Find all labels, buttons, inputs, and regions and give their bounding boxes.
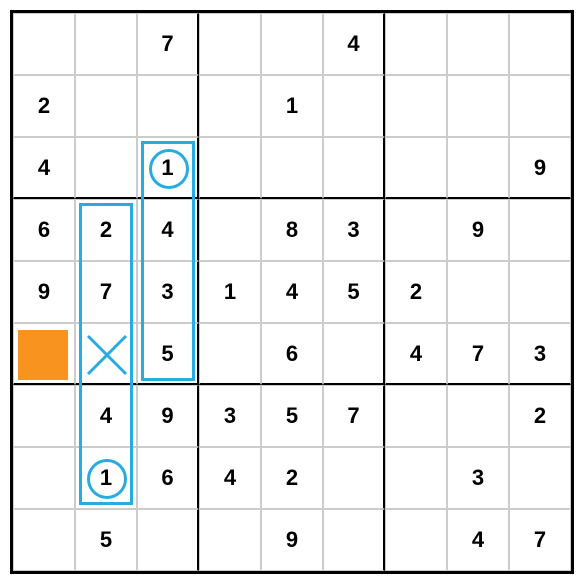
cell-r5c3[interactable]	[199, 323, 261, 385]
cell-r4c0[interactable]: 9	[13, 261, 75, 323]
cell-r7c6[interactable]	[385, 447, 447, 509]
cell-r4c5[interactable]: 5	[323, 261, 385, 323]
cell-r1c7[interactable]	[447, 75, 509, 137]
cell-r5c8[interactable]: 3	[509, 323, 571, 385]
cell-r3c6[interactable]	[385, 199, 447, 261]
cell-r8c1[interactable]: 5	[75, 509, 137, 571]
cell-r0c8[interactable]	[509, 13, 571, 75]
cell-r7c7[interactable]: 3	[447, 447, 509, 509]
cell-r6c0[interactable]	[13, 385, 75, 447]
cell-r1c5[interactable]	[323, 75, 385, 137]
cell-r7c0[interactable]	[13, 447, 75, 509]
cell-r0c4[interactable]	[261, 13, 323, 75]
cell-r1c2[interactable]	[137, 75, 199, 137]
cell-r0c1[interactable]	[75, 13, 137, 75]
cell-r2c7[interactable]	[447, 137, 509, 199]
circle-r2c2	[149, 149, 189, 189]
cell-r8c5[interactable]	[323, 509, 385, 571]
cell-r8c0[interactable]	[13, 509, 75, 571]
cell-r0c0[interactable]	[13, 13, 75, 75]
cell-r2c5[interactable]	[323, 137, 385, 199]
cell-r8c7[interactable]: 4	[447, 509, 509, 571]
cell-r5c5[interactable]	[323, 323, 385, 385]
cell-r8c6[interactable]	[385, 509, 447, 571]
cell-r7c4[interactable]: 2	[261, 447, 323, 509]
cell-r1c3[interactable]	[199, 75, 261, 137]
cell-r4c8[interactable]	[509, 261, 571, 323]
cell-r1c0[interactable]: 2	[13, 75, 75, 137]
cell-r4c4[interactable]: 4	[261, 261, 323, 323]
cell-r2c0[interactable]: 4	[13, 137, 75, 199]
cell-r3c0[interactable]: 6	[13, 199, 75, 261]
cell-r7c2[interactable]: 6	[137, 447, 199, 509]
cell-r6c4[interactable]: 5	[261, 385, 323, 447]
cell-r4c7[interactable]	[447, 261, 509, 323]
cell-r2c4[interactable]	[261, 137, 323, 199]
cell-r1c8[interactable]	[509, 75, 571, 137]
cell-r4c3[interactable]: 1	[199, 261, 261, 323]
cell-r0c2[interactable]: 7	[137, 13, 199, 75]
cell-r0c3[interactable]	[199, 13, 261, 75]
cell-r4c6[interactable]: 2	[385, 261, 447, 323]
cell-r3c5[interactable]: 3	[323, 199, 385, 261]
cell-r5c7[interactable]: 7	[447, 323, 509, 385]
cell-r1c6[interactable]	[385, 75, 447, 137]
cell-r5c6[interactable]: 4	[385, 323, 447, 385]
cell-r7c3[interactable]: 4	[199, 447, 261, 509]
cell-r1c4[interactable]: 1	[261, 75, 323, 137]
cell-r2c1[interactable]	[75, 137, 137, 199]
cell-r3c4[interactable]: 8	[261, 199, 323, 261]
cell-r3c8[interactable]	[509, 199, 571, 261]
cell-r0c7[interactable]	[447, 13, 509, 75]
cell-r6c8[interactable]: 2	[509, 385, 571, 447]
cell-r8c3[interactable]	[199, 509, 261, 571]
cell-r6c3[interactable]: 3	[199, 385, 261, 447]
cell-r8c2[interactable]	[137, 509, 199, 571]
cell-r6c2[interactable]: 9	[137, 385, 199, 447]
cell-r5c0[interactable]	[13, 323, 75, 385]
cell-r0c6[interactable]	[385, 13, 447, 75]
cell-r8c8[interactable]: 7	[509, 509, 571, 571]
cell-r6c6[interactable]	[385, 385, 447, 447]
sudoku-board: 7421419624839973145256473493572164235947	[10, 10, 574, 574]
circle-r7c1	[87, 459, 127, 499]
cell-r2c6[interactable]	[385, 137, 447, 199]
cell-r2c8[interactable]: 9	[509, 137, 571, 199]
cell-r2c3[interactable]	[199, 137, 261, 199]
cell-r7c5[interactable]	[323, 447, 385, 509]
cell-r3c3[interactable]	[199, 199, 261, 261]
cell-r6c7[interactable]	[447, 385, 509, 447]
cell-r3c7[interactable]: 9	[447, 199, 509, 261]
cell-r7c8[interactable]	[509, 447, 571, 509]
cell-r6c5[interactable]: 7	[323, 385, 385, 447]
cell-r0c5[interactable]: 4	[323, 13, 385, 75]
cell-r5c4[interactable]: 6	[261, 323, 323, 385]
cell-r8c4[interactable]: 9	[261, 509, 323, 571]
cell-r1c1[interactable]	[75, 75, 137, 137]
